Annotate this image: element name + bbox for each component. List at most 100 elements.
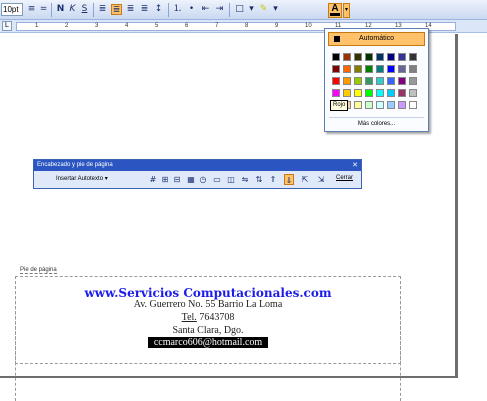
bold-icon[interactable]: N xyxy=(55,4,66,15)
show-hide-text-icon[interactable]: ◫ xyxy=(226,174,236,185)
header-position-icon[interactable]: ⇱ xyxy=(300,174,310,185)
ruler-number: 2 xyxy=(65,23,69,29)
insert-autotext-button[interactable]: Insertar Autotexto ▾ xyxy=(56,175,108,182)
insert-time-icon[interactable]: ◷ xyxy=(198,174,208,185)
underline-icon[interactable]: S xyxy=(79,4,90,15)
footer-tag: Pie de página xyxy=(20,267,57,274)
color-swatch[interactable] xyxy=(365,89,373,97)
footer-phone: Tel. 7643708 xyxy=(15,312,401,323)
align-center-icon[interactable]: ≣ xyxy=(111,4,122,15)
color-swatch[interactable] xyxy=(409,65,417,73)
justify-icon[interactable]: ≣ xyxy=(139,4,150,15)
align-right-icon[interactable]: ≣ xyxy=(125,4,136,15)
show-next-icon[interactable]: ⇓ xyxy=(284,174,294,185)
color-swatch[interactable] xyxy=(398,101,406,109)
color-swatch[interactable] xyxy=(387,101,395,109)
align-left-icon[interactable]: ≣ xyxy=(97,4,108,15)
color-swatch[interactable] xyxy=(354,89,362,97)
color-swatch[interactable] xyxy=(376,77,384,85)
color-swatch[interactable] xyxy=(332,77,340,85)
color-swatch[interactable] xyxy=(387,65,395,73)
color-swatch[interactable] xyxy=(354,65,362,73)
page-setup-icon[interactable]: ▭ xyxy=(212,174,222,185)
grow-font-icon[interactable]: ≡ xyxy=(26,4,37,15)
insert-date-icon[interactable]: ▦ xyxy=(186,174,196,185)
color-swatch[interactable] xyxy=(343,89,351,97)
color-swatch[interactable] xyxy=(354,53,362,61)
footer-phone-number: 7643708 xyxy=(196,312,235,323)
color-swatch[interactable] xyxy=(387,53,395,61)
color-swatch[interactable] xyxy=(332,65,340,73)
header-footer-toolbar-title[interactable]: Encabezado y pie de página ✕ xyxy=(34,160,361,171)
ruler-number: 8 xyxy=(245,23,249,29)
color-swatch[interactable] xyxy=(365,53,373,61)
italic-icon[interactable]: K xyxy=(67,4,78,15)
color-swatch[interactable] xyxy=(398,65,406,73)
color-swatch[interactable] xyxy=(409,77,417,85)
font-color-dropdown[interactable]: ▾ xyxy=(343,3,350,18)
toolbar-close-icon[interactable]: ✕ xyxy=(352,160,358,171)
color-swatch[interactable] xyxy=(398,89,406,97)
same-as-previous-icon[interactable]: ⇋ xyxy=(240,174,250,185)
close-header-footer-button[interactable]: Cerrar xyxy=(336,175,353,181)
color-swatch[interactable] xyxy=(354,77,362,85)
more-colors-option[interactable]: Más colores... xyxy=(325,121,428,127)
palette-separator xyxy=(329,117,424,118)
ruler-number: 6 xyxy=(185,23,189,29)
color-swatch[interactable] xyxy=(354,101,362,109)
color-swatch[interactable] xyxy=(409,53,417,61)
ruler-number: 3 xyxy=(95,23,99,29)
highlight-dropdown-icon[interactable]: ▾ xyxy=(270,4,281,15)
increase-indent-icon[interactable]: ⇥ xyxy=(214,4,225,15)
color-swatch[interactable] xyxy=(332,53,340,61)
ruler-number: 5 xyxy=(155,23,159,29)
ruler-number: 9 xyxy=(275,23,279,29)
color-swatch[interactable] xyxy=(343,65,351,73)
color-swatch[interactable] xyxy=(409,101,417,109)
highlight-icon[interactable]: ✎ xyxy=(258,4,269,15)
color-swatch[interactable] xyxy=(387,89,395,97)
font-color-bar xyxy=(330,13,340,16)
color-swatch[interactable] xyxy=(376,101,384,109)
numbering-icon[interactable]: ⒈ xyxy=(172,4,183,15)
borders-icon[interactable]: □ xyxy=(234,4,245,15)
color-swatch[interactable] xyxy=(398,53,406,61)
color-swatch[interactable] xyxy=(376,53,384,61)
color-swatch[interactable] xyxy=(365,77,373,85)
footer-city: Santa Clara, Dgo. xyxy=(172,325,244,336)
total-pages-icon[interactable]: ⊞ xyxy=(160,174,170,185)
header-footer-toolbar: Encabezado y pie de página ✕ Insertar Au… xyxy=(33,159,362,189)
toolbar-separator xyxy=(168,3,169,17)
footer-email-selected[interactable]: ccmarco606@hotmail.com xyxy=(147,337,269,348)
line-spacing-icon[interactable]: ↕ xyxy=(153,4,164,15)
color-swatch[interactable] xyxy=(343,77,351,85)
footer-website: www.Servicios Computacionales.com xyxy=(84,286,332,300)
borders-dropdown-icon[interactable]: ▾ xyxy=(246,4,257,15)
tab-selector[interactable]: L xyxy=(2,21,12,31)
switch-header-footer-icon[interactable]: ⇅ xyxy=(254,174,264,185)
color-swatch[interactable] xyxy=(343,53,351,61)
color-swatch[interactable] xyxy=(332,89,340,97)
formatting-toolbar: 10pt ≡ = N K S ≣ ≣ ≣ ≣ ↕ ⒈ • ⇤ ⇥ □ ▾ ✎ ▾… xyxy=(0,0,487,20)
format-page-number-icon[interactable]: ⊟ xyxy=(172,174,182,185)
color-swatch[interactable] xyxy=(387,77,395,85)
color-tooltip: Rojo xyxy=(330,100,349,111)
font-color-button[interactable]: A xyxy=(328,3,342,18)
color-swatch[interactable] xyxy=(409,89,417,97)
color-swatch[interactable] xyxy=(365,101,373,109)
shrink-font-icon[interactable]: = xyxy=(38,4,49,15)
page-number-icon[interactable]: # xyxy=(148,174,158,185)
color-swatch[interactable] xyxy=(365,65,373,73)
font-size-box[interactable]: 10pt xyxy=(1,3,23,16)
automatic-color-option[interactable]: Automático xyxy=(328,32,425,46)
automatic-color-label: Automático xyxy=(359,35,395,42)
color-swatch[interactable] xyxy=(376,65,384,73)
color-swatch[interactable] xyxy=(376,89,384,97)
color-swatch[interactable] xyxy=(398,77,406,85)
font-color-palette: Automático Más colores... xyxy=(324,28,429,132)
decrease-indent-icon[interactable]: ⇤ xyxy=(200,4,211,15)
footer-position-icon[interactable]: ⇲ xyxy=(316,174,326,185)
show-previous-icon[interactable]: ⇑ xyxy=(268,174,278,185)
ruler-number: 4 xyxy=(125,23,129,29)
bullets-icon[interactable]: • xyxy=(186,4,197,15)
